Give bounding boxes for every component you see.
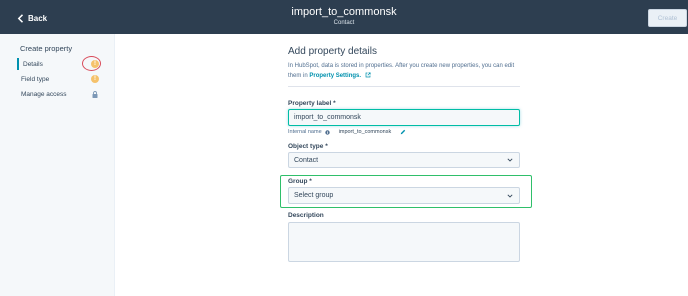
sidebar-item-field-type[interactable]: Field type ! — [17, 73, 99, 85]
pencil-icon[interactable] — [400, 129, 406, 135]
property-settings-link[interactable]: Property Settings. — [309, 73, 361, 79]
object-type-label: Object type * — [288, 143, 328, 150]
annotation-circle — [82, 56, 101, 71]
property-label-input[interactable]: import_to_commonsk — [288, 109, 520, 126]
sidebar-item-manage-access[interactable]: Manage access — [17, 88, 99, 100]
intro-text: In HubSpot, data is stored in properties… — [288, 61, 520, 81]
back-label: Back — [28, 13, 48, 23]
object-type-select[interactable]: Contact — [288, 152, 520, 168]
page-title-group: import_to_commonsk Contact — [244, 5, 444, 28]
top-bar: Back import_to_commonsk Contact Create — [0, 0, 688, 34]
external-link-icon[interactable] — [365, 72, 371, 78]
object-type-value: Contact — [294, 156, 319, 164]
chevron-down-icon — [507, 193, 513, 198]
chevron-down-icon — [507, 158, 513, 162]
lock-icon — [92, 90, 98, 98]
sidebar-item-label: Field type — [21, 75, 50, 83]
internal-name-row: Internal name import_to_commonsk — [288, 129, 406, 135]
divider — [288, 86, 520, 87]
internal-name-value: import_to_commonsk — [338, 129, 392, 135]
internal-name-label: Internal name — [288, 129, 322, 135]
page-subtitle: Contact — [333, 20, 355, 26]
create-button[interactable]: Create — [648, 9, 687, 27]
sidebar-item-label: Details — [23, 60, 43, 68]
description-textarea[interactable] — [288, 222, 520, 262]
info-icon[interactable] — [324, 129, 330, 135]
sidebar-item-label: Manage access — [21, 90, 67, 98]
group-value: Select group — [294, 192, 334, 199]
page-title: import_to_commonsk — [291, 6, 397, 18]
description-label: Description — [288, 212, 324, 219]
sidebar-heading: Create property — [20, 44, 73, 53]
property-label-label: Property label * — [288, 100, 336, 107]
group-select[interactable]: Select group — [288, 187, 520, 204]
property-label-value: import_to_commonsk — [294, 114, 361, 121]
chevron-left-icon — [17, 13, 24, 23]
back-button[interactable]: Back — [17, 11, 47, 25]
sidebar: Create property Details ! Field type ! M… — [0, 34, 115, 296]
section-heading: Add property details — [288, 46, 377, 57]
group-label: Group * — [288, 178, 312, 185]
warning-icon: ! — [91, 75, 99, 83]
